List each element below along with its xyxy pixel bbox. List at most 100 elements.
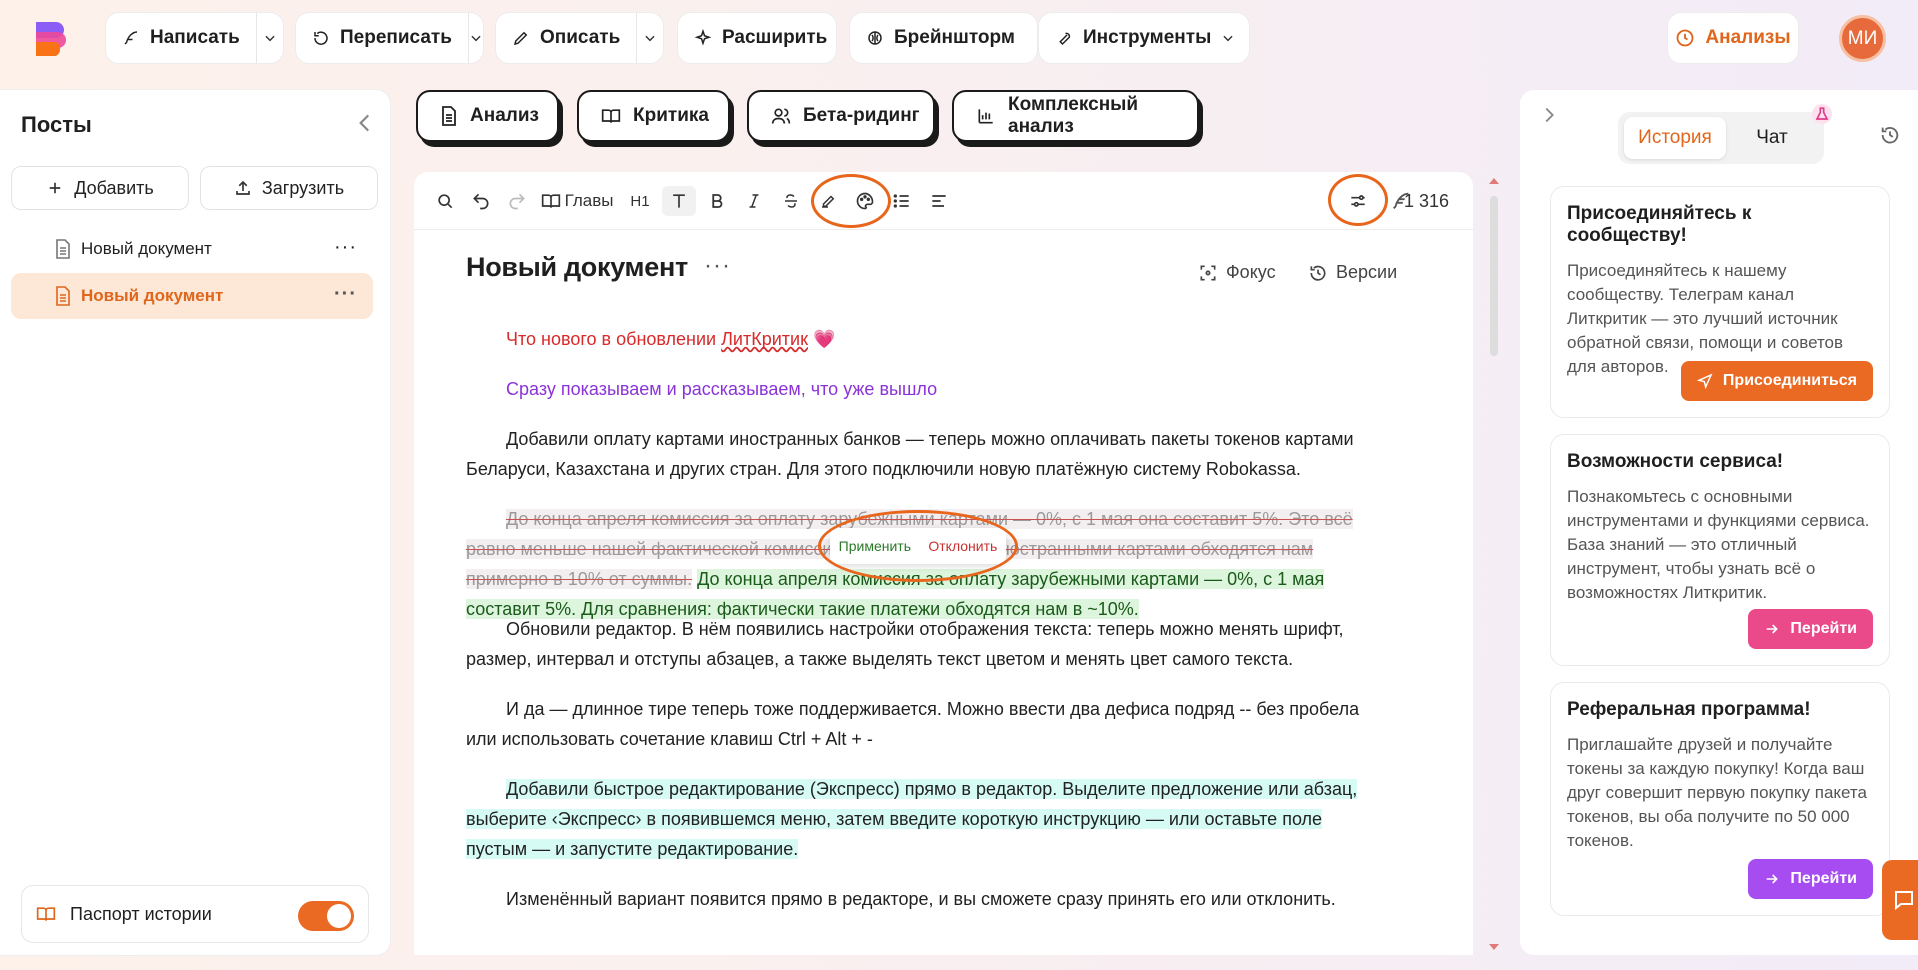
versions-button[interactable]: Версии xyxy=(1308,262,1397,283)
top-toolbar: Написать Переписать Описать Расширить Бр… xyxy=(0,0,1918,78)
brand-link: ЛитКритик xyxy=(721,329,808,349)
upload-button[interactable]: Загрузить xyxy=(200,166,378,210)
tab-analysis[interactable]: Анализ xyxy=(416,90,559,142)
headline-text: Что нового в обновлении xyxy=(506,329,722,349)
write-dropdown[interactable] xyxy=(255,13,283,63)
brainstorm-button[interactable]: Брейншторм xyxy=(850,13,1031,63)
tab-complex-analysis[interactable]: Комплексный анализ xyxy=(952,90,1199,142)
scroll-thumb[interactable] xyxy=(1490,196,1498,356)
go-label: Перейти xyxy=(1790,620,1857,637)
tab-history[interactable]: История xyxy=(1624,117,1726,159)
focus-button[interactable]: Фокус xyxy=(1198,262,1276,283)
document-icon xyxy=(440,106,458,126)
write-button[interactable]: Написать xyxy=(106,13,256,63)
strikethrough-icon[interactable] xyxy=(776,186,806,216)
paragraph-7: Добавили быстрое редактирование (Экспрес… xyxy=(466,774,1386,864)
arrow-right-icon xyxy=(1767,874,1779,884)
describe-label: Описать xyxy=(540,27,621,48)
paragraph-1: Что нового в обновлении ЛитКритик 💗 xyxy=(466,324,1386,354)
chapters-button[interactable]: Главы xyxy=(538,186,616,216)
avatar[interactable]: МИ xyxy=(1839,15,1886,62)
expand-label: Расширить xyxy=(722,27,828,48)
add-post-button[interactable]: Добавить xyxy=(11,166,189,210)
chevron-down-icon xyxy=(471,35,481,42)
align-left-icon[interactable] xyxy=(924,186,954,216)
card-title: Возможности сервиса! xyxy=(1567,451,1784,472)
describe-dropdown[interactable] xyxy=(636,13,663,63)
editor-toolbar: Главы H1 1 316 xyxy=(414,172,1473,230)
bullet-list-icon[interactable] xyxy=(887,186,917,216)
collapse-sidebar-button[interactable] xyxy=(352,110,378,136)
search-icon[interactable] xyxy=(430,186,460,216)
brainstorm-label: Брейншторм xyxy=(894,27,1015,48)
undo-icon[interactable] xyxy=(466,186,496,216)
heading-button[interactable]: H1 xyxy=(625,186,655,216)
scroll-up-icon xyxy=(1489,178,1499,184)
passport-label: Паспорт истории xyxy=(70,903,212,924)
more-options-icon[interactable]: ··· xyxy=(334,236,357,259)
bar-chart-icon xyxy=(976,106,996,126)
clock-icon xyxy=(1675,28,1695,48)
subheadline-text: Сразу показываем и рассказываем, что уже… xyxy=(506,379,938,399)
chevron-down-icon xyxy=(645,35,655,42)
tab-beta-reading[interactable]: Бета-ридинг xyxy=(747,90,935,142)
more-options-icon[interactable]: ··· xyxy=(334,283,357,306)
reject-button[interactable]: Отклонить xyxy=(928,538,997,554)
tools-button[interactable]: Инструменты xyxy=(1039,13,1251,63)
describe-button[interactable]: Описать xyxy=(496,13,636,63)
book-icon xyxy=(541,194,560,208)
upload-icon xyxy=(234,179,252,197)
go-button[interactable]: Перейти xyxy=(1748,859,1873,899)
referral-card: Реферальная программа! Приглашайте друзе… xyxy=(1550,682,1890,916)
flask-icon xyxy=(1812,104,1832,124)
palette-icon[interactable] xyxy=(850,186,880,216)
rewrite-dropdown[interactable] xyxy=(467,13,483,63)
join-button[interactable]: Присоединиться xyxy=(1680,361,1873,401)
passport-toggle[interactable] xyxy=(298,901,354,931)
posts-sidebar: Посты Добавить Загрузить Новый документ … xyxy=(0,90,390,955)
tab-critique[interactable]: Критика xyxy=(577,90,730,142)
go-button[interactable]: Перейти xyxy=(1748,609,1873,649)
text-style-icon[interactable] xyxy=(662,186,696,216)
analyses-label: Анализы xyxy=(1705,27,1791,48)
tools-group: Инструменты xyxy=(1038,12,1250,64)
editor-scrollbar[interactable] xyxy=(1487,176,1501,952)
card-title: Реферальная программа! xyxy=(1567,699,1811,720)
display-settings-icon[interactable] xyxy=(1343,186,1373,216)
brain-icon xyxy=(866,29,884,47)
add-post-label: Добавить xyxy=(74,177,154,198)
pen-icon xyxy=(512,29,530,47)
document-item-active[interactable]: Новый документ ··· xyxy=(11,273,373,319)
tab-complex-analysis-label: Комплексный анализ xyxy=(1008,94,1139,137)
title-more-icon[interactable]: ··· xyxy=(704,252,731,280)
paragraph-3: Добавили оплату картами иностранных банк… xyxy=(466,424,1386,484)
paragraph-text: Обновили редактор. В нём появились настр… xyxy=(466,619,1344,669)
chapters-label: Главы xyxy=(564,191,614,210)
focus-icon xyxy=(1200,265,1216,280)
document-title[interactable]: Новый документ xyxy=(466,252,688,283)
chevron-down-icon xyxy=(265,35,275,42)
expand-panel-button[interactable] xyxy=(1538,104,1560,126)
tab-chat[interactable]: Чат xyxy=(1726,117,1818,159)
sparkles-icon xyxy=(694,29,712,47)
tab-beta-reading-label: Бета-ридинг xyxy=(803,105,920,126)
analyses-button[interactable]: Анализы xyxy=(1667,12,1799,64)
paragraph-5: Обновили редактор. В нём появились настр… xyxy=(466,614,1386,674)
italic-icon[interactable] xyxy=(739,186,769,216)
expand-button[interactable]: Расширить xyxy=(678,13,843,63)
brainstorm-group: Брейншторм xyxy=(849,12,1038,64)
app-logo[interactable] xyxy=(32,18,72,58)
redo-icon[interactable] xyxy=(502,186,532,216)
document-item[interactable]: Новый документ ··· xyxy=(11,226,373,272)
history-icon[interactable] xyxy=(1879,124,1901,146)
wrench-icon xyxy=(1055,29,1073,47)
bold-icon[interactable] xyxy=(702,186,732,216)
highlighter-icon[interactable] xyxy=(813,186,843,216)
document-icon xyxy=(55,286,71,306)
text-editor: Главы H1 1 316 Новый документ ··· Фокус … xyxy=(414,172,1473,955)
history-icon xyxy=(1310,265,1326,281)
apply-button[interactable]: Применить xyxy=(839,538,911,554)
chat-fab[interactable] xyxy=(1882,860,1918,940)
rewrite-button[interactable]: Переписать xyxy=(296,13,468,63)
rewrite-group: Переписать xyxy=(295,12,484,64)
